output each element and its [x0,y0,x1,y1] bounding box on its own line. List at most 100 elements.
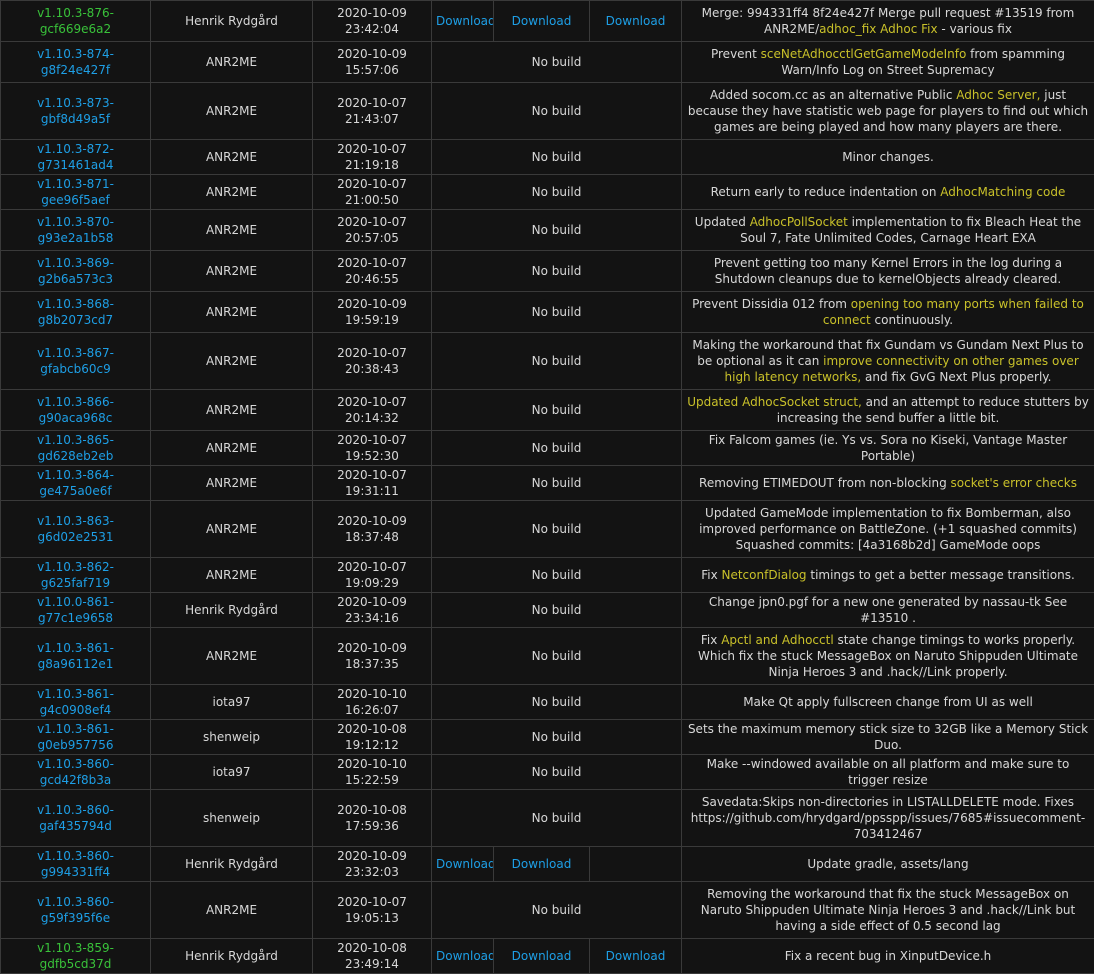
version-link[interactable]: v1.10.3-868-g8b2073cd7 [1,292,151,333]
message-text: - various fix [938,22,1012,36]
commit-message: Merge: 994331ff4 8f24e427f Merge pull re… [682,1,1094,42]
version-link[interactable]: v1.10.3-866-g90aca968c [1,390,151,431]
version-link[interactable]: v1.10.3-860-gcd42f8b3a [1,755,151,790]
download-link[interactable]: Download [590,939,682,974]
message-text: Fix [701,633,721,647]
commit-message: Change jpn0.pgf for a new one generated … [682,593,1094,628]
commit-message: Return early to reduce indentation on Ad… [682,175,1094,210]
author-cell: Henrik Rydgård [151,593,313,628]
no-build-cell: No build [432,390,682,431]
table-row: v1.10.3-860-g59f395f6eANR2ME2020-10-07 1… [1,882,1094,939]
author-cell: iota97 [151,685,313,720]
commit-message: Updated GameMode implementation to fix B… [682,501,1094,558]
no-build-cell: No build [432,755,682,790]
version-link[interactable]: v1.10.3-876-gcf669e6a2 [1,1,151,42]
version-link[interactable]: v1.10.3-870-g93e2a1b58 [1,210,151,251]
author-cell: ANR2ME [151,882,313,939]
empty-download-cell [590,847,682,882]
version-link[interactable]: v1.10.3-869-g2b6a573c3 [1,251,151,292]
table-row: v1.10.3-861-g8a96112e1ANR2ME2020-10-09 1… [1,628,1094,685]
version-link[interactable]: v1.10.3-874-g8f24e427f [1,42,151,83]
author-cell: Henrik Rydgård [151,939,313,974]
author-cell: ANR2ME [151,466,313,501]
author-cell: ANR2ME [151,210,313,251]
author-cell: Henrik Rydgård [151,1,313,42]
no-build-cell: No build [432,175,682,210]
date-cell: 2020-10-07 19:31:11 [313,466,432,501]
date-cell: 2020-10-08 17:59:36 [313,790,432,847]
author-cell: ANR2ME [151,558,313,593]
message-text: Savedata:Skips non-directories in LISTAL… [691,795,1086,841]
no-build-cell: No build [432,140,682,175]
table-row: v1.10.3-869-g2b6a573c3ANR2ME2020-10-07 2… [1,251,1094,292]
version-link[interactable]: v1.10.0-861-g77c1e9658 [1,593,151,628]
download-link[interactable]: Download [432,1,494,42]
version-link[interactable]: v1.10.3-860-g59f395f6e [1,882,151,939]
table-row: v1.10.3-866-g90aca968cANR2ME2020-10-07 2… [1,390,1094,431]
download-link[interactable]: Download [432,939,494,974]
author-cell: ANR2ME [151,292,313,333]
message-text: Sets the maximum memory stick size to 32… [688,722,1088,752]
no-build-cell: No build [432,790,682,847]
message-text: Prevent Dissidia 012 from [692,297,851,311]
no-build-cell: No build [432,333,682,390]
message-text: Prevent getting too many Kernel Errors i… [714,256,1062,286]
date-cell: 2020-10-09 19:59:19 [313,292,432,333]
highlighted-text: Updated AdhocSocket struct, [687,395,862,409]
author-cell: shenweip [151,790,313,847]
download-link[interactable]: Download [590,1,682,42]
version-link[interactable]: v1.10.3-865-gd628eb2eb [1,431,151,466]
author-cell: ANR2ME [151,501,313,558]
message-text: Minor changes. [842,150,934,164]
download-link[interactable]: Download [432,847,494,882]
version-link[interactable]: v1.10.3-860-g994331ff4 [1,847,151,882]
date-cell: 2020-10-09 18:37:35 [313,628,432,685]
table-row: v1.10.3-873-gbf8d49a5fANR2ME2020-10-07 2… [1,83,1094,140]
commit-message: Prevent sceNetAdhocctlGetGameModeInfo fr… [682,42,1094,83]
no-build-cell: No build [432,83,682,140]
author-cell: shenweip [151,720,313,755]
version-link[interactable]: v1.10.3-861-g0eb957756 [1,720,151,755]
highlighted-text: adhoc_fix Adhoc Fix [819,22,937,36]
version-link[interactable]: v1.10.3-863-g6d02e2531 [1,501,151,558]
date-cell: 2020-10-07 20:38:43 [313,333,432,390]
highlighted-text: NetconfDialog [721,568,806,582]
version-link[interactable]: v1.10.3-860-gaf435794d [1,790,151,847]
message-text: Updated GameMode implementation to fix B… [699,506,1077,552]
commit-message: Added socom.cc as an alternative Public … [682,83,1094,140]
message-text: Added socom.cc as an alternative Public [710,88,956,102]
download-link[interactable]: Download [494,847,590,882]
author-cell: ANR2ME [151,431,313,466]
author-cell: Henrik Rydgård [151,847,313,882]
version-link[interactable]: v1.10.3-861-g4c0908ef4 [1,685,151,720]
table-row: v1.10.3-871-gee96f5aefANR2ME2020-10-07 2… [1,175,1094,210]
table-row: v1.10.3-861-g0eb957756shenweip2020-10-08… [1,720,1094,755]
table-row: v1.10.0-861-g77c1e9658Henrik Rydgård2020… [1,593,1094,628]
no-build-cell: No build [432,251,682,292]
download-link[interactable]: Download [494,939,590,974]
version-link[interactable]: v1.10.3-872-g731461ad4 [1,140,151,175]
download-link[interactable]: Download [494,1,590,42]
message-text: Make --windowed available on all platfor… [707,757,1070,787]
date-cell: 2020-10-07 20:14:32 [313,390,432,431]
version-link[interactable]: v1.10.3-871-gee96f5aef [1,175,151,210]
message-text: Updated [695,215,750,229]
version-link[interactable]: v1.10.3-859-gdfb5cd37d [1,939,151,974]
date-cell: 2020-10-09 18:37:48 [313,501,432,558]
table-row: v1.10.3-872-g731461ad4ANR2ME2020-10-07 2… [1,140,1094,175]
date-cell: 2020-10-07 21:00:50 [313,175,432,210]
author-cell: ANR2ME [151,42,313,83]
message-text: Return early to reduce indentation on [711,185,941,199]
date-cell: 2020-10-08 19:12:12 [313,720,432,755]
version-link[interactable]: v1.10.3-861-g8a96112e1 [1,628,151,685]
table-row: v1.10.3-859-gdfb5cd37dHenrik Rydgård2020… [1,939,1094,974]
commit-message: Prevent Dissidia 012 from opening too ma… [682,292,1094,333]
version-link[interactable]: v1.10.3-867-gfabcb60c9 [1,333,151,390]
author-cell: ANR2ME [151,333,313,390]
version-link[interactable]: v1.10.3-864-ge475a0e6f [1,466,151,501]
version-link[interactable]: v1.10.3-873-gbf8d49a5f [1,83,151,140]
table-row: v1.10.3-868-g8b2073cd7ANR2ME2020-10-09 1… [1,292,1094,333]
commit-message: Updated AdhocSocket struct, and an attem… [682,390,1094,431]
version-link[interactable]: v1.10.3-862-g625faf719 [1,558,151,593]
no-build-cell: No build [432,292,682,333]
